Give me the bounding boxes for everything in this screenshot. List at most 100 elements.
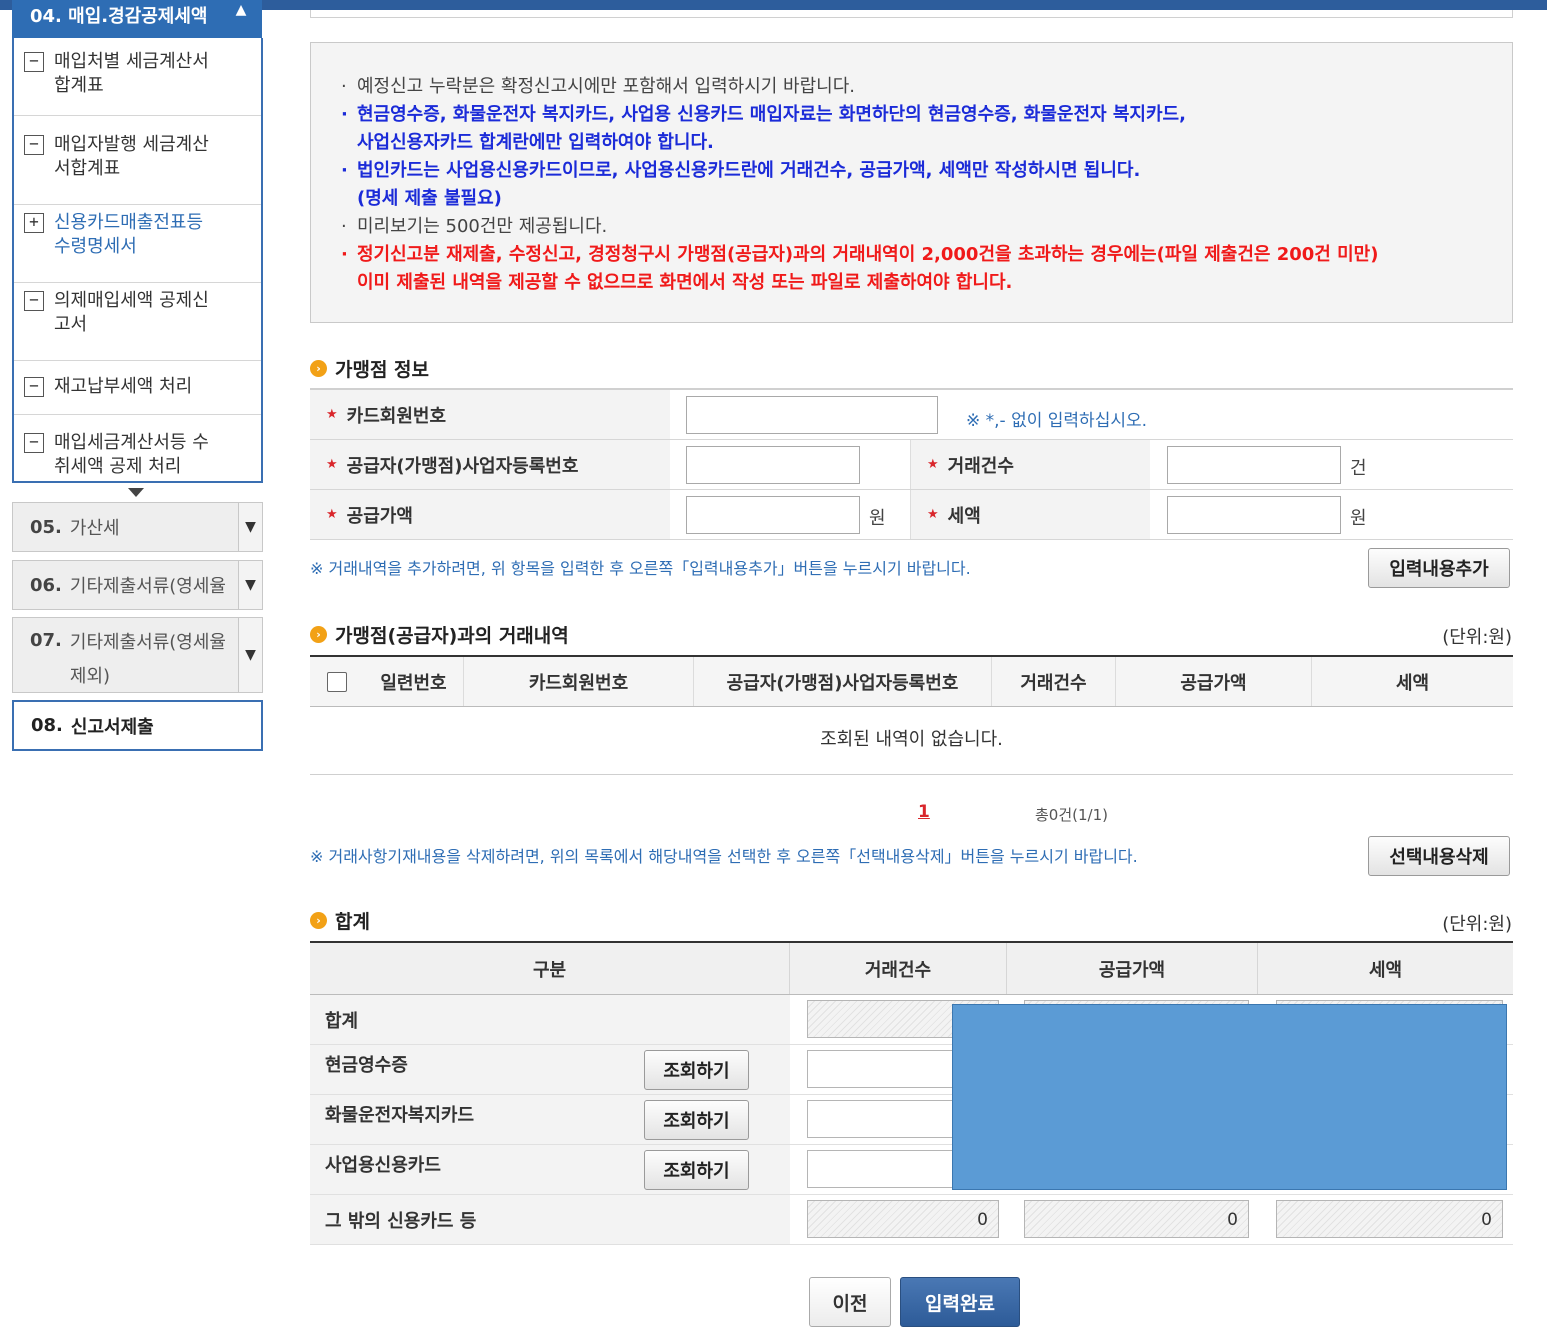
sidebar-item-label-2: 합계표	[54, 75, 104, 96]
notice-box: 예정신고 누락분은 확정신고시에만 포함해서 입력하시기 바랍니다. 현금영수증…	[310, 42, 1513, 323]
supply-amount-input[interactable]	[686, 496, 860, 534]
section-title-merchant: › 가맹점 정보	[310, 355, 429, 382]
summary-unit: (단위:원)	[1442, 914, 1512, 935]
sidebar-step-05[interactable]: 05. 가산세 ▼	[12, 502, 263, 552]
tax-unit: 원	[1350, 508, 1367, 529]
required-icon: ★	[326, 457, 338, 472]
other-cards-count-cell: 0	[807, 1200, 999, 1238]
required-icon: ★	[326, 507, 338, 522]
lookup-button[interactable]: 조회하기	[644, 1100, 749, 1140]
sidebar-item-credit-card-receipts[interactable]: + 신용카드매출전표등 수령명세서	[14, 205, 261, 283]
expand-icon: +	[24, 213, 44, 233]
lookup-button[interactable]: 조회하기	[644, 1150, 749, 1190]
collapse-icon: −	[24, 135, 44, 155]
column-header: 구분	[310, 943, 790, 994]
section-title-history: › 가맹점(공급자)과의 거래내역	[310, 621, 569, 648]
sidebar-current-step[interactable]: 04. 매입.경감공제세액 ▲	[12, 0, 262, 38]
sidebar-step-07[interactable]: 07. 기타제출서류(영세율 제외) ▼	[12, 617, 263, 693]
transaction-count-input[interactable]	[1167, 446, 1341, 484]
step-label: 신고서제출	[70, 716, 154, 738]
sidebar-item-inventory-tax[interactable]: − 재고납부세액 처리	[14, 361, 261, 415]
sidebar-item-bad-debt-deduction[interactable]: − 매입세금계산서등 수취세액 공제 처리	[14, 415, 261, 481]
step-label: 가산세	[69, 518, 120, 539]
bullet-icon: ›	[310, 626, 327, 643]
collapse-icon: −	[24, 52, 44, 72]
top-strip	[310, 10, 1513, 18]
column-header: 거래건수	[790, 943, 1007, 994]
sidebar-item-label: 의제매입세액 공제신	[54, 290, 209, 311]
sidebar-item-label-2: 수령명세서	[54, 236, 137, 257]
sidebar-item-label-2: 취세액 공제 처리	[54, 456, 182, 477]
notice-line: 정기신고분 재제출, 수정신고, 경정청구시 가맹점(공급자)과의 거래내역이 …	[341, 241, 1512, 269]
add-hint: ※ 거래내역을 추가하려면, 위 항목을 입력한 후 오른쪽「입력내용추가」버튼…	[310, 559, 971, 578]
row-label: 합계	[310, 995, 790, 1044]
lookup-button[interactable]: 조회하기	[644, 1050, 749, 1090]
collapse-icon: −	[24, 433, 44, 453]
field-label: ★ 카드회원번호	[310, 390, 670, 439]
delete-selected-button[interactable]: 선택내용삭제	[1368, 836, 1510, 876]
notice-line: 현금영수증, 화물운전자 복지카드, 사업용 신용카드 매입자료는 화면하단의 …	[341, 101, 1512, 129]
column-header: 일련번호	[364, 657, 464, 706]
column-header: 카드회원번호	[464, 657, 694, 706]
empty-message: 조회된 내역이 없습니다.	[310, 707, 1513, 775]
sidebar-item-purchase-invoice-summary[interactable]: − 매입처별 세금계산서합계표	[14, 50, 261, 116]
sidebar-item-deemed-input-tax[interactable]: − 의제매입세액 공제신 고서	[14, 283, 261, 361]
supply-unit: 원	[869, 508, 886, 529]
history-unit: (단위:원)	[1442, 627, 1512, 648]
merchant-form: ★ 카드회원번호 ※ *,- 없이 입력하십시오. ★ 공급자(가맹점)사업자등록번…	[310, 388, 1513, 540]
notice-line: 예정신고 누락분은 확정신고시에만 포함해서 입력하시기 바랍니다.	[341, 73, 1512, 101]
field-label: ★ 공급가액	[310, 490, 670, 539]
submit-button[interactable]: 입력완료	[900, 1277, 1020, 1327]
field-label: ★ 공급자(가맹점)사업자등록번호	[310, 440, 670, 489]
sidebar-item-label: 매입세금계산서등 수	[54, 432, 209, 453]
required-icon: ★	[927, 507, 939, 522]
sidebar-step-08[interactable]: 08. 신고서제출	[12, 700, 263, 751]
step-label-2: 제외)	[69, 666, 111, 687]
select-all-checkbox[interactable]	[327, 671, 347, 692]
business-number-input[interactable]	[686, 446, 860, 484]
required-icon: ★	[326, 407, 338, 422]
notice-line: 이미 제출된 내역을 제공할 수 없으므로 화면에서 작성 또는 파일로 제출하…	[357, 272, 1013, 293]
add-entry-button[interactable]: 입력내용추가	[1368, 548, 1510, 588]
sidebar-step-06[interactable]: 06. 기타제출서류(영세율 ▼	[12, 560, 263, 610]
summary-row-other-cards: 그 밖의 신용카드 등 0 0 0	[310, 1195, 1513, 1245]
form-row-card: ★ 카드회원번호 ※ *,- 없이 입력하십시오.	[310, 390, 1513, 440]
step-label: 기타제출서류(영세율	[69, 632, 226, 653]
column-header: 세액	[1368, 959, 1403, 981]
column-header: 세액	[1395, 672, 1430, 694]
sidebar-submenu: − 매입처별 세금계산서합계표 − 매입자발행 세금계산 서합계표 + 신용카드매…	[12, 38, 263, 483]
sidebar-item-buyer-issued-invoice[interactable]: − 매입자발행 세금계산 서합계표	[14, 127, 261, 205]
summary-table-header: 구분 거래건수 공급가액 세액	[310, 941, 1513, 995]
tax-amount-input[interactable]	[1167, 496, 1341, 534]
previous-button[interactable]: 이전	[809, 1277, 891, 1327]
count-unit: 건	[1350, 458, 1367, 479]
chevron-down-icon[interactable]: ▼	[238, 561, 262, 609]
redaction-overlay	[952, 1004, 1507, 1190]
column-header: 공급자(가맹점)사업자등록번호	[694, 657, 992, 706]
chevron-down-icon[interactable]: ▼	[238, 503, 262, 551]
history-table-header: 일련번호 카드회원번호 공급자(가맹점)사업자등록번호 거래건수 공급가액 세액	[310, 655, 1513, 707]
other-cards-tax-cell: 0	[1276, 1200, 1503, 1238]
card-number-input[interactable]	[686, 396, 938, 434]
field-label: ★ 세액	[910, 490, 1150, 539]
step-label: 기타제출서류(영세율	[69, 576, 226, 597]
chevron-up-icon[interactable]: ▲	[230, 2, 252, 24]
bullet-icon: ›	[310, 912, 327, 929]
page-link-1[interactable]: 1	[918, 802, 930, 822]
other-cards-supply-cell: 0	[1024, 1200, 1249, 1238]
select-all-cell	[310, 657, 364, 706]
form-row-amount: ★ 공급가액 원 ★ 세액 원	[310, 490, 1513, 540]
card-number-hint: ※ *,- 없이 입력하십시오.	[966, 411, 1148, 431]
chevron-down-icon[interactable]: ▼	[238, 618, 262, 692]
column-header: 거래건수	[992, 657, 1116, 706]
row-label: 그 밖의 신용카드 등	[310, 1195, 790, 1244]
column-header: 공급가액	[1007, 943, 1258, 994]
field-label: ★ 거래건수	[910, 440, 1150, 489]
collapse-icon: −	[24, 377, 44, 397]
sidebar-item-label: 재고납부세액 처리	[54, 376, 193, 397]
notice-line: 사업신용자카드 합계란에만 입력하여야 합니다.	[357, 132, 714, 153]
sidebar-item-label: 매입처별 세금계산서	[54, 51, 209, 72]
delete-hint: ※ 거래사항기재내용을 삭제하려면, 위의 목록에서 해당내역을 선택한 후 오…	[310, 847, 1138, 866]
section-title-summary: › 합계	[310, 907, 370, 934]
total-count: 총0건(1/1)	[1035, 806, 1108, 824]
